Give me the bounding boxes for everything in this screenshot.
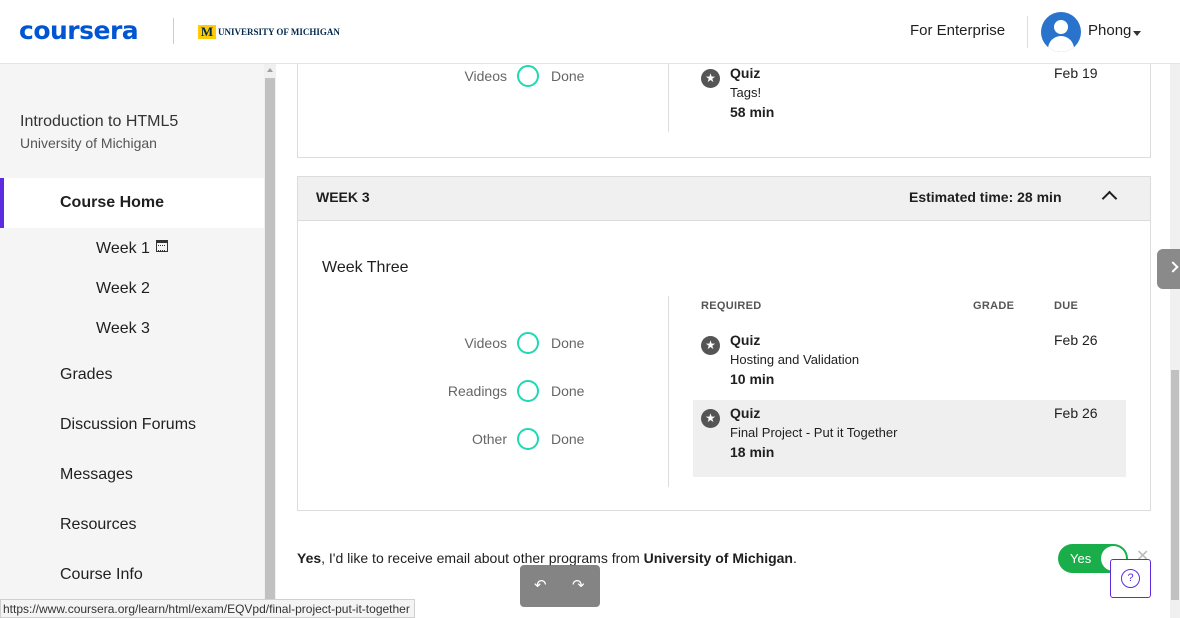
column-header-due: DUE: [1054, 300, 1079, 312]
week-name: Week Three: [322, 259, 409, 276]
chevron-right-icon: [1167, 261, 1179, 273]
sidebar-item-label: Week 1: [96, 240, 150, 257]
progress-label: Videos: [464, 335, 507, 351]
active-indicator: [0, 178, 4, 228]
star-icon: ★: [701, 336, 720, 355]
avatar-body: [1048, 36, 1074, 52]
sidebar-item-course-info[interactable]: Course Info: [60, 566, 143, 584]
logo-divider: [173, 18, 174, 44]
sidebar-scrollbar-thumb[interactable]: [265, 78, 275, 618]
top-bar: coursera M UNIVERSITY OF MICHIGAN For En…: [0, 0, 1180, 64]
sidebar-item-resources[interactable]: Resources: [60, 516, 136, 534]
consent-end: .: [792, 550, 797, 566]
progress-label: Other: [471, 431, 507, 447]
sidebar-item-course-home[interactable]: Course Home: [60, 194, 164, 212]
progress-status: Done: [551, 335, 585, 351]
sidebar-item-week-3[interactable]: Week 3: [96, 320, 150, 338]
scroll-up-icon[interactable]: [267, 68, 273, 72]
sidebar-item-messages[interactable]: Messages: [60, 466, 133, 484]
progress-ring-icon: [517, 380, 539, 402]
estimated-time: Estimated time: 28 min: [909, 189, 1062, 205]
floating-toolbar: ↶ ↷: [520, 565, 600, 607]
sidebar-scrollbar[interactable]: [264, 64, 276, 618]
progress-status: Done: [551, 383, 585, 399]
help-button[interactable]: ?: [1110, 559, 1151, 598]
chevron-down-icon[interactable]: [1133, 31, 1141, 36]
item-duration: 58 min: [730, 104, 775, 120]
email-consent-text: Yes, I'd like to receive email about oth…: [297, 550, 797, 566]
progress-label: Videos: [464, 68, 507, 84]
help-icon: ?: [1121, 569, 1140, 588]
username[interactable]: Phong: [1088, 22, 1131, 39]
progress-ring-icon: [517, 332, 539, 354]
item-title: Hosting and Validation: [730, 352, 860, 367]
item-type: Quiz: [730, 65, 761, 81]
sidebar-item-discussion-forums[interactable]: Discussion Forums: [60, 416, 196, 434]
star-icon: ★: [701, 409, 720, 428]
column-header-required: REQUIRED: [701, 300, 762, 312]
list-item[interactable]: ★ Quiz Tags! 58 min Feb 19: [693, 60, 1126, 136]
progress-videos: Videos Done: [407, 332, 584, 354]
column-header-grade: GRADE: [973, 300, 1015, 312]
for-enterprise-link[interactable]: For Enterprise: [910, 22, 1005, 39]
coursera-logo[interactable]: coursera: [19, 16, 139, 45]
list-item[interactable]: ★ Quiz Hosting and Validation 10 min Feb…: [693, 327, 1126, 403]
chevron-up-icon[interactable]: [1101, 190, 1118, 207]
main-scrollbar[interactable]: [1170, 64, 1180, 618]
progress-other: Other Done: [407, 428, 584, 450]
progress-ring-icon: [517, 428, 539, 450]
list-item[interactable]: ★ Quiz Final Project - Put it Together 1…: [693, 400, 1126, 477]
item-duration: 18 min: [730, 444, 775, 460]
university-logo[interactable]: M UNIVERSITY OF MICHIGAN: [198, 24, 340, 40]
consent-middle: , I'd like to receive email about other …: [321, 550, 644, 566]
progress-ring-icon: [517, 65, 539, 87]
column-divider: [668, 296, 669, 487]
progress-label: Readings: [447, 383, 507, 399]
sidebar-item-week-1[interactable]: Week 1: [96, 240, 168, 258]
michigan-m-icon: M: [198, 25, 216, 39]
progress-readings: Readings Done: [407, 380, 584, 402]
item-due: Feb 19: [1054, 65, 1098, 81]
sidebar-item-grades[interactable]: Grades: [60, 366, 112, 384]
progress-videos-week2: Videos Done: [407, 65, 584, 87]
item-due: Feb 26: [1054, 332, 1098, 348]
progress-status: Done: [551, 68, 585, 84]
course-title[interactable]: Introduction to HTML5: [20, 113, 178, 131]
university-logo-text: UNIVERSITY OF MICHIGAN: [218, 27, 340, 37]
toggle-label: Yes: [1070, 551, 1092, 566]
main-scrollbar-thumb[interactable]: [1171, 370, 1179, 600]
course-university: University of Michigan: [20, 135, 157, 151]
side-panel-toggle[interactable]: [1157, 249, 1180, 289]
progress-status: Done: [551, 431, 585, 447]
item-type: Quiz: [730, 332, 761, 348]
consent-university: University of Michigan: [643, 550, 793, 566]
star-icon: ★: [701, 69, 720, 88]
undo-icon[interactable]: ↶: [534, 576, 547, 594]
item-type: Quiz: [730, 405, 761, 421]
avatar[interactable]: [1041, 12, 1081, 52]
item-title: Final Project - Put it Together: [730, 425, 898, 440]
redo-icon[interactable]: ↷: [572, 576, 585, 594]
header-divider: [1027, 16, 1028, 48]
item-title: Tags!: [730, 85, 762, 100]
column-divider: [668, 64, 669, 132]
week-3-header[interactable]: WEEK 3 Estimated time: 28 min: [298, 177, 1150, 221]
status-bar-url: https://www.coursera.org/learn/html/exam…: [0, 599, 415, 618]
sidebar-item-week-2[interactable]: Week 2: [96, 280, 150, 298]
avatar-head: [1054, 20, 1068, 34]
item-due: Feb 26: [1054, 405, 1098, 421]
calendar-icon: [155, 240, 168, 252]
consent-yes: Yes: [297, 550, 322, 566]
week-header-title: WEEK 3: [316, 189, 370, 205]
item-duration: 10 min: [730, 371, 775, 387]
